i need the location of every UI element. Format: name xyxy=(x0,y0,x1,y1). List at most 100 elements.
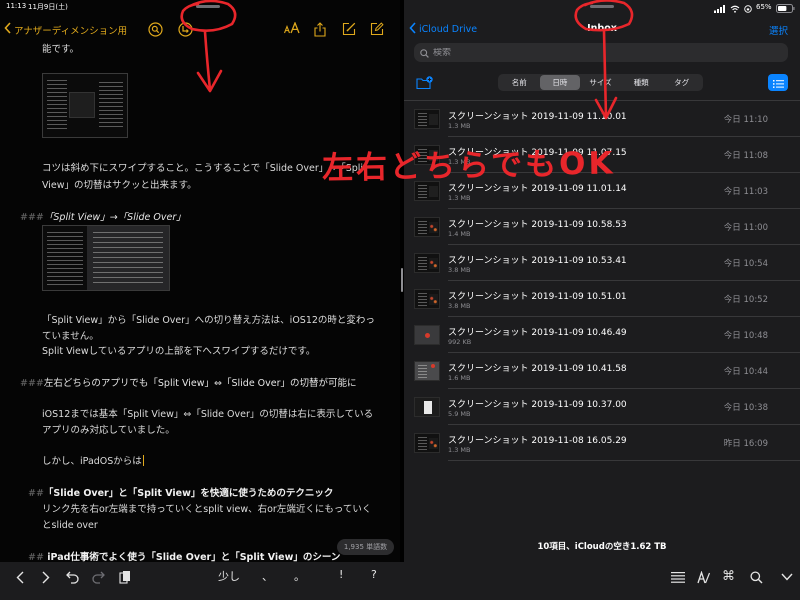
compose-icon[interactable] xyxy=(370,22,384,36)
chevron-left-icon[interactable] xyxy=(16,570,24,584)
search-field[interactable] xyxy=(414,43,788,62)
search-icon[interactable] xyxy=(148,22,163,37)
file-row[interactable]: スクリーンショット 2019-11-09 10.58.53 1.4 MB 今日 11… xyxy=(404,209,800,245)
note-text-line: リンク先を右or左端まで持っていくとsplit view、右or左端近くにもって… xyxy=(42,504,372,515)
paste-icon[interactable] xyxy=(119,570,131,584)
file-size: 1.4 MB xyxy=(448,230,471,238)
status-indicators: 65% xyxy=(714,2,795,13)
sort-segmented-control: 名前 日時 サイズ 種類 タグ xyxy=(498,74,703,91)
heading-text: 左右どちらのアプリでも「Split View」⇔「Slide Over」の切替が… xyxy=(43,378,357,389)
notes-window-drag-handle[interactable] xyxy=(196,5,220,8)
file-thumbnail xyxy=(414,397,440,417)
file-row[interactable]: スクリーンショット 2019-11-09 10.41.58 1.6 MB 今日 10… xyxy=(404,353,800,389)
file-thumbnail xyxy=(414,433,440,453)
divider-handle[interactable] xyxy=(401,268,403,292)
shortcut-key[interactable]: 。 xyxy=(294,568,305,584)
file-row[interactable]: スクリーンショット 2019-11-09 11.01.14 1.3 MB 今日 11… xyxy=(404,173,800,209)
text-format-icon[interactable] xyxy=(284,22,300,34)
note-text: しかし、iPadOSからは xyxy=(42,456,142,467)
file-size: 1.3 MB xyxy=(448,158,471,166)
markup-icon[interactable] xyxy=(342,22,356,36)
files-app-pane: iCloud Drive Inbox 選択 名前 日時 サイズ 種類 タグ スク… xyxy=(404,0,800,562)
heading-text: 「Split View」→「Slide Over」 xyxy=(43,212,186,223)
shortcut-key[interactable]: 少し xyxy=(218,568,240,584)
search-input[interactable] xyxy=(433,47,773,58)
file-modified-date: 今日 10:54 xyxy=(723,259,768,269)
heading-marker: ### xyxy=(20,212,44,223)
list-icon[interactable] xyxy=(671,570,685,584)
chevron-left-icon xyxy=(4,22,11,37)
sort-option-size[interactable]: サイズ xyxy=(580,75,621,90)
shortcut-key[interactable]: ? xyxy=(371,568,377,581)
file-row[interactable]: スクリーンショット 2019-11-09 11.07.15 1.3 MB 今日 11… xyxy=(404,137,800,173)
search-icon xyxy=(420,43,429,62)
note-text-line: アプリのみ対応していました。 xyxy=(42,425,175,436)
note-text-line: ていません。 xyxy=(42,331,99,342)
note-text-line-with-cursor: しかし、iPadOSからは xyxy=(42,453,144,467)
note-heading: ###「Split View」→「Slide Over」 xyxy=(20,209,186,223)
note-heading: ##「Slide Over」と「Split View」を快適に使うためのテクニッ… xyxy=(28,485,333,499)
file-size: 992 KB xyxy=(448,338,472,346)
collaborate-icon[interactable] xyxy=(178,22,193,37)
file-thumbnail xyxy=(414,253,440,273)
file-modified-date: 今日 11:03 xyxy=(723,187,768,197)
chevron-right-icon[interactable] xyxy=(42,570,50,584)
shortcut-key[interactable]: ! xyxy=(339,568,343,581)
note-embedded-screenshot[interactable] xyxy=(42,73,128,138)
chevron-down-icon[interactable] xyxy=(781,570,793,584)
text-style-icon[interactable] xyxy=(697,570,710,584)
file-name: スクリーンショット 2019-11-09 11.01.14 xyxy=(448,184,627,194)
file-size: 1.6 MB xyxy=(448,374,471,382)
files-window-drag-handle[interactable] xyxy=(590,5,614,8)
undo-icon[interactable] xyxy=(66,570,79,584)
signal-icon xyxy=(714,0,726,17)
notes-app-pane: アナザーディメンション用 能です。 コツは斜め下にスワイプすること。こうすること… xyxy=(0,0,400,562)
shortcut-key[interactable]: 、 xyxy=(262,568,273,584)
file-row[interactable]: スクリーンショット 2019-11-09 10.51.01 3.8 MB 今日 10… xyxy=(404,281,800,317)
file-row[interactable]: スクリーンショット 2019-11-09 10.53.41 3.8 MB 今日 10… xyxy=(404,245,800,281)
file-thumbnail xyxy=(414,361,440,381)
note-embedded-screenshot[interactable] xyxy=(42,225,170,291)
select-button[interactable]: 選択 xyxy=(769,23,788,37)
heading-marker: ## xyxy=(28,488,44,499)
search-icon[interactable] xyxy=(750,570,763,584)
file-thumbnail xyxy=(414,145,440,165)
file-row[interactable]: スクリーンショット 2019-11-09 10.37.00 5.9 MB 今日 10… xyxy=(404,389,800,425)
word-count-badge: 1,935 単語数 xyxy=(337,539,394,555)
file-name: スクリーンショット 2019-11-09 10.58.53 xyxy=(448,220,627,230)
notes-back-label: アナザーディメンション用 xyxy=(14,25,128,37)
notes-back-button[interactable]: アナザーディメンション用 xyxy=(4,22,127,37)
file-modified-date: 今日 10:48 xyxy=(723,331,768,341)
new-folder-icon[interactable] xyxy=(416,75,433,94)
file-row[interactable]: スクリーンショット 2019-11-08 16.05.29 1.3 MB 昨日 16… xyxy=(404,425,800,461)
file-thumbnail xyxy=(414,181,440,201)
note-text-line: iOS12までは基本「Split View」⇔「Slide Over」の切替は右… xyxy=(42,409,374,420)
file-name: スクリーンショット 2019-11-09 11.10.01 xyxy=(448,112,627,122)
note-text-line: 能です。 xyxy=(42,44,80,55)
sort-option-date[interactable]: 日時 xyxy=(539,75,581,90)
file-row[interactable]: スクリーンショット 2019-11-09 10.46.49 992 KB 今日 10… xyxy=(404,317,800,353)
redo-icon[interactable] xyxy=(92,570,105,584)
battery-percent: 65% xyxy=(756,3,772,11)
file-size: 3.8 MB xyxy=(448,302,471,310)
note-text-line: Split Viewしているアプリの上部を下へスワイプするだけです。 xyxy=(42,346,316,357)
file-thumbnail xyxy=(414,217,440,237)
sort-option-name[interactable]: 名前 xyxy=(499,75,540,90)
file-modified-date: 今日 11:08 xyxy=(723,151,768,161)
file-size: 1.3 MB xyxy=(448,194,471,202)
file-modified-date: 今日 10:52 xyxy=(723,295,768,305)
share-icon[interactable] xyxy=(314,22,326,37)
list-view-button[interactable] xyxy=(768,74,788,91)
file-row[interactable]: スクリーンショット 2019-11-09 11.10.01 1.3 MB 今日 11… xyxy=(404,101,800,137)
sort-option-kind[interactable]: 種類 xyxy=(621,75,662,90)
sort-option-tags[interactable]: タグ xyxy=(661,75,702,90)
file-name: スクリーンショット 2019-11-09 10.53.41 xyxy=(448,256,627,266)
status-time: 11:13 xyxy=(6,2,27,10)
command-icon[interactable]: ⌘ xyxy=(722,570,735,584)
file-thumbnail xyxy=(414,289,440,309)
file-name: スクリーンショット 2019-11-08 16.05.29 xyxy=(448,436,627,446)
wifi-icon xyxy=(730,0,740,17)
file-name: スクリーンショット 2019-11-09 10.41.58 xyxy=(448,364,627,374)
file-name: スクリーンショット 2019-11-09 10.37.00 xyxy=(448,400,627,410)
status-date: 11月9日(土) xyxy=(28,3,68,11)
